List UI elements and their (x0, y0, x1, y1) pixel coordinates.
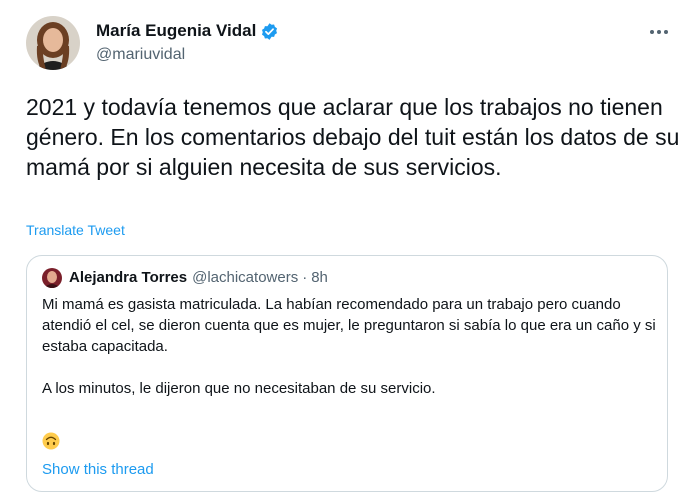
quoted-paragraph-2: A los minutos, le dijeron que no necesit… (42, 380, 436, 397)
author-handle[interactable]: @mariuvidal (96, 46, 185, 64)
separator-dot: · (302, 269, 308, 286)
quoted-author-handle: @lachicatowers (192, 269, 299, 286)
verified-badge-icon (260, 22, 279, 41)
quoted-author-avatar (42, 268, 62, 288)
quoted-paragraph-1: Mi mamá es gasista matriculada. La había… (42, 296, 656, 355)
author-avatar[interactable] (26, 16, 80, 70)
quoted-author-name: Alejandra Torres (69, 269, 188, 286)
quoted-avatar-icon (42, 268, 62, 288)
author-name-row: María Eugenia Vidal (96, 21, 279, 41)
tweet-card: María Eugenia Vidal @mariuvidal 2021 y t… (0, 0, 700, 494)
tweet-text: 2021 y todavía tenemos que aclarar que l… (26, 94, 680, 180)
quoted-text: Mi mamá es gasista matriculada. La había… (42, 294, 657, 399)
user-avatar-icon (26, 16, 80, 70)
translate-tweet-link[interactable]: Translate Tweet (26, 222, 125, 238)
more-options-icon[interactable] (645, 24, 673, 40)
quoted-header: Alejandra Torres @lachicatowers · 8h (69, 269, 328, 286)
quoted-tweet[interactable]: Alejandra Torres @lachicatowers · 8h Mi … (26, 255, 668, 492)
author-name[interactable]: María Eugenia Vidal (96, 21, 256, 41)
show-thread-link[interactable]: Show this thread (42, 461, 154, 478)
upside-down-face-icon (42, 432, 60, 450)
quoted-timestamp: 8h (311, 269, 328, 286)
